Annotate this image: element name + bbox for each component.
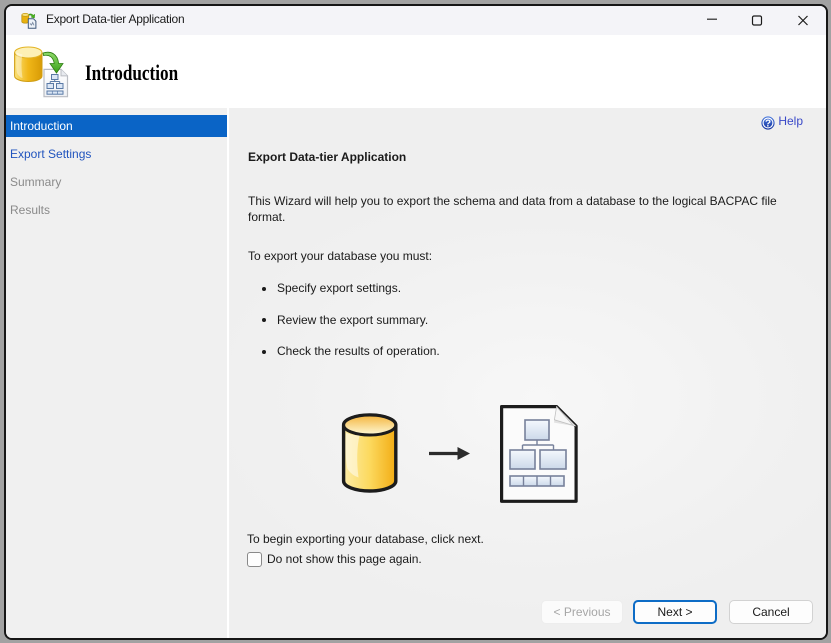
svg-text:?: ? bbox=[765, 119, 771, 130]
